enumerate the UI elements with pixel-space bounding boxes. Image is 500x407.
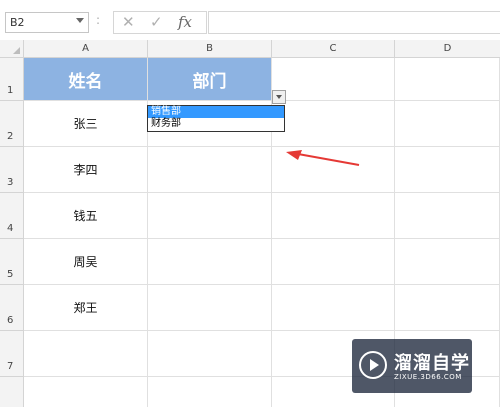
row-header-3[interactable]: 3: [0, 147, 24, 193]
dropdown-option-finance[interactable]: 财务部: [148, 118, 284, 130]
formula-bar: B2 : ✕ ✓ fx: [0, 0, 500, 40]
row-number: 5: [7, 269, 14, 280]
insert-function-icon[interactable]: fx: [178, 13, 192, 31]
name-box[interactable]: B2: [5, 12, 89, 33]
cell-d3[interactable]: [395, 147, 500, 193]
cell-b7[interactable]: [148, 331, 272, 377]
column-header-c[interactable]: C: [272, 40, 395, 58]
row-header-1[interactable]: 1: [0, 58, 24, 101]
row-number: 7: [7, 361, 14, 372]
cell-a1[interactable]: 姓名: [24, 58, 148, 101]
cell-a5[interactable]: 周吴: [24, 239, 148, 285]
row-header-2[interactable]: 2: [0, 101, 24, 147]
cell-a3[interactable]: 李四: [24, 147, 148, 193]
cell-a7[interactable]: [24, 331, 148, 377]
cell-d5[interactable]: [395, 239, 500, 285]
cell-d2[interactable]: [395, 101, 500, 147]
cell-b6[interactable]: [148, 285, 272, 331]
validation-dropdown-button[interactable]: [272, 90, 286, 104]
play-triangle: [370, 359, 379, 371]
cancel-icon[interactable]: ✕: [122, 13, 135, 31]
cell-c4[interactable]: [272, 193, 395, 239]
row-number: 6: [7, 315, 14, 326]
watermark: 溜溜自学 ZIXUE.3D66.COM: [352, 339, 472, 393]
row-number: 3: [7, 177, 14, 188]
formula-buttons: ✕ ✓ fx: [113, 11, 207, 34]
chevron-down-icon[interactable]: [76, 18, 84, 23]
cell-b1[interactable]: 部门: [148, 58, 272, 101]
row-header-6[interactable]: 6: [0, 285, 24, 331]
validation-dropdown-list: 销售部 财务部: [147, 105, 285, 132]
column-header-b[interactable]: B: [148, 40, 272, 58]
watermark-url: ZIXUE.3D66.COM: [394, 373, 462, 381]
dropdown-option-sales[interactable]: 销售部: [148, 106, 284, 118]
column-header-a[interactable]: A: [24, 40, 148, 58]
cell-b5[interactable]: [148, 239, 272, 285]
watermark-brand: 溜溜自学: [394, 353, 470, 374]
row-number: 1: [7, 85, 14, 96]
formula-input[interactable]: [208, 11, 500, 34]
row-header-8[interactable]: [0, 377, 24, 407]
annotation-arrow-icon: [286, 150, 360, 166]
column-header-d[interactable]: D: [395, 40, 500, 58]
cell-a4[interactable]: 钱五: [24, 193, 148, 239]
cell-b3[interactable]: [148, 147, 272, 193]
cell-a6[interactable]: 郑王: [24, 285, 148, 331]
row-header-7[interactable]: 7: [0, 331, 24, 377]
play-icon: [359, 351, 387, 379]
confirm-icon[interactable]: ✓: [150, 13, 163, 31]
select-all-icon: [13, 47, 20, 54]
cell-c5[interactable]: [272, 239, 395, 285]
row-header-5[interactable]: 5: [0, 239, 24, 285]
select-all-corner[interactable]: [0, 40, 24, 58]
row-header-4[interactable]: 4: [0, 193, 24, 239]
cell-c2[interactable]: [272, 101, 395, 147]
cell-b8[interactable]: [148, 377, 272, 407]
cell-d1[interactable]: [395, 58, 500, 101]
cell-c1[interactable]: [272, 58, 395, 101]
cell-d6[interactable]: [395, 285, 500, 331]
cell-d4[interactable]: [395, 193, 500, 239]
chevron-down-icon: [276, 95, 282, 99]
name-box-value: B2: [10, 16, 25, 29]
row-number: 4: [7, 223, 14, 234]
cell-b4[interactable]: [148, 193, 272, 239]
formula-bar-separator: :: [96, 13, 101, 27]
cell-a2[interactable]: 张三: [24, 101, 148, 147]
cell-a8[interactable]: [24, 377, 148, 407]
row-number: 2: [7, 131, 14, 142]
cell-c6[interactable]: [272, 285, 395, 331]
